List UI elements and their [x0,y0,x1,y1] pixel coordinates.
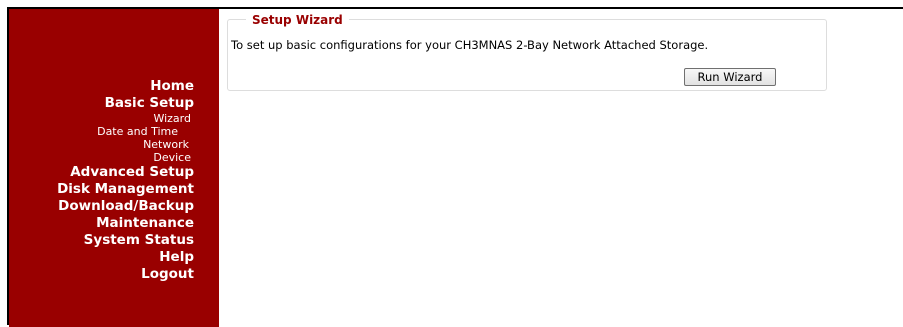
run-wizard-button[interactable]: Run Wizard [684,68,776,86]
nav-network[interactable]: Network [4,138,194,151]
nav-device[interactable]: Device [4,151,194,164]
nav-maintenance[interactable]: Maintenance [4,215,194,232]
setup-wizard-panel: Setup Wizard To set up basic configurati… [227,13,827,91]
nav-date-and-time[interactable]: Date and Time [4,125,194,138]
nav-system-status[interactable]: System Status [4,232,194,249]
nav-basic-setup[interactable]: Basic Setup [4,95,194,112]
nav-download-backup[interactable]: Download/Backup [4,198,194,215]
page-frame: Home Basic Setup Wizard Date and Time Ne… [7,7,903,327]
nav-wizard[interactable]: Wizard [4,112,194,125]
sidebar-nav: Home Basic Setup Wizard Date and Time Ne… [4,78,194,283]
setup-wizard-legend: Setup Wizard [246,13,349,27]
nav-logout[interactable]: Logout [4,266,194,283]
nav-disk-management[interactable]: Disk Management [4,181,194,198]
setup-wizard-description: To set up basic configurations for your … [231,38,709,52]
nav-home[interactable]: Home [4,78,194,95]
nav-help[interactable]: Help [4,249,194,266]
sidebar: Home Basic Setup Wizard Date and Time Ne… [9,9,219,327]
nav-advanced-setup[interactable]: Advanced Setup [4,164,194,181]
